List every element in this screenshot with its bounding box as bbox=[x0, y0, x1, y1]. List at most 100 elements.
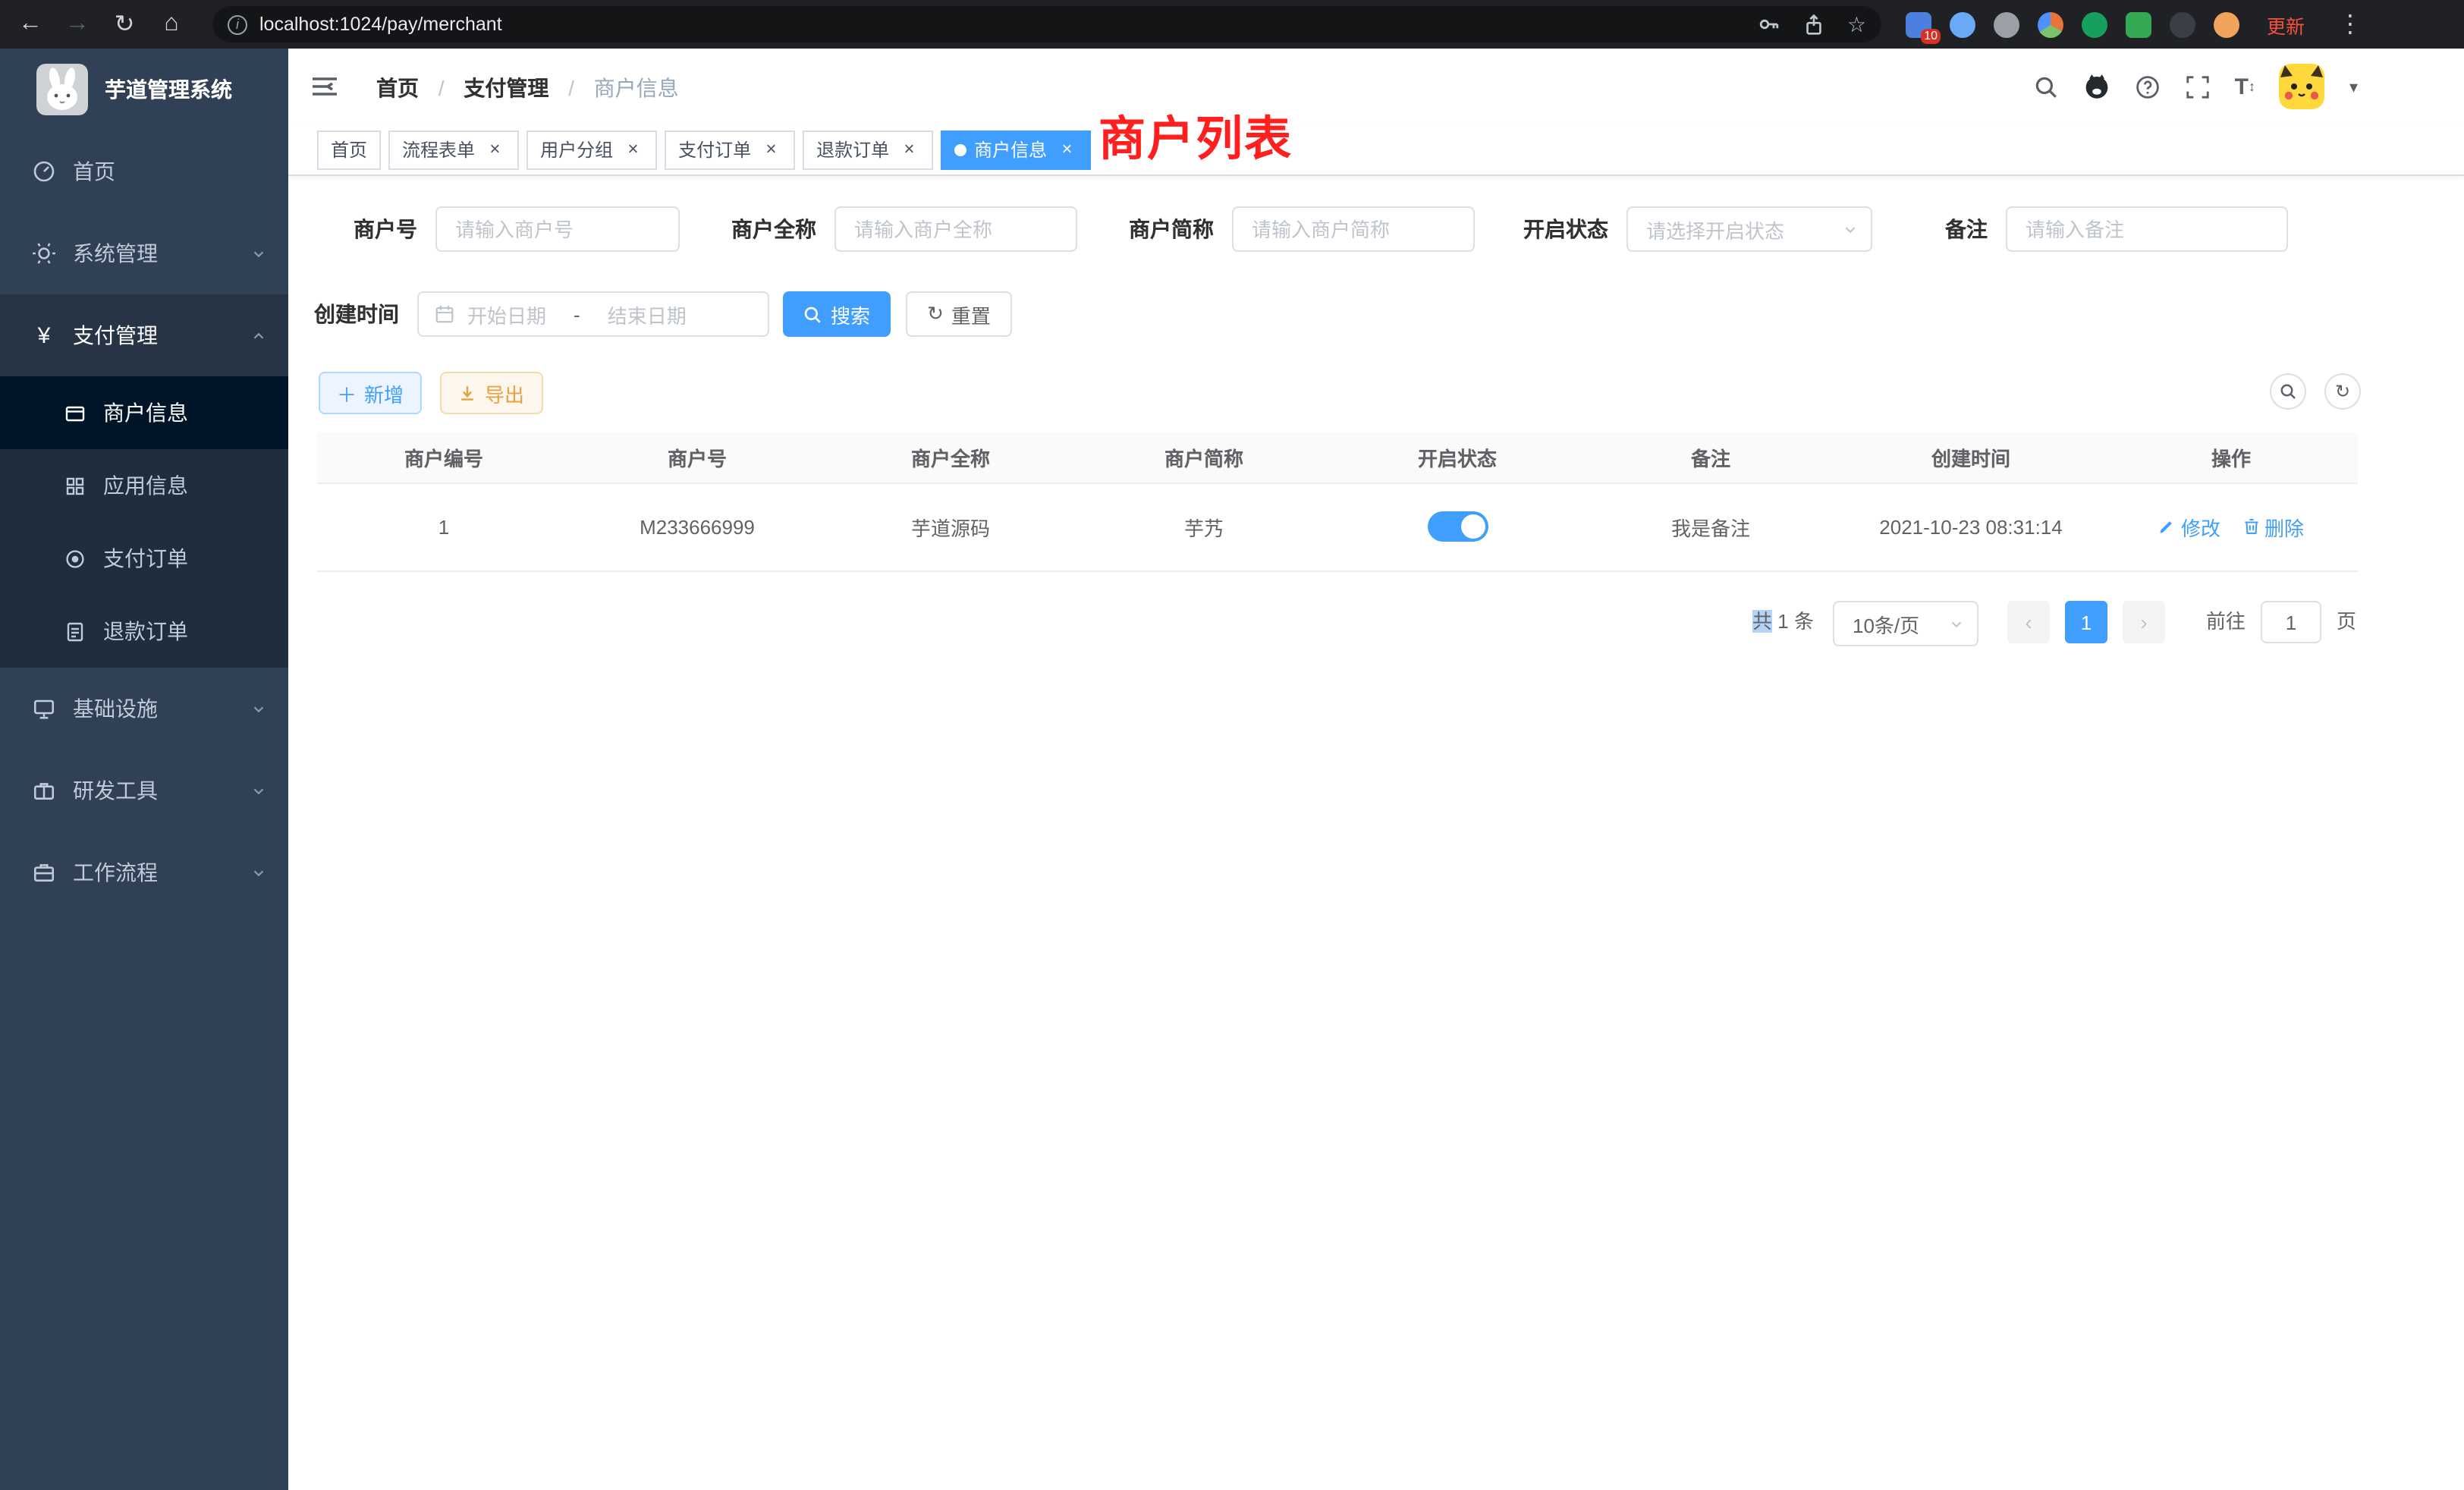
extension-green-circle-icon[interactable] bbox=[2082, 11, 2107, 37]
dashboard-icon bbox=[32, 159, 56, 184]
briefcase-icon bbox=[32, 860, 56, 885]
table-row: 1 M233666999 芋道源码 芋艿 我是备注 2021-10-23 08:… bbox=[317, 483, 2358, 571]
merchant-name-input[interactable] bbox=[834, 206, 1077, 252]
selected-text: 共 bbox=[1752, 610, 1772, 633]
tab-home[interactable]: 首页 bbox=[317, 130, 381, 170]
cell-full-name: 芋道源码 bbox=[824, 483, 1077, 571]
status-select[interactable]: 请选择开启状态 bbox=[1626, 206, 1872, 252]
close-tab-icon[interactable]: × bbox=[622, 140, 643, 161]
export-button[interactable]: 导出 bbox=[440, 372, 543, 414]
sidebar-item-label: 首页 bbox=[73, 156, 115, 187]
password-key-icon[interactable] bbox=[1758, 12, 1782, 36]
sidebar-item-label: 研发工具 bbox=[73, 775, 158, 806]
sidebar-item-infrastructure[interactable]: 基础设施 bbox=[0, 668, 288, 750]
close-tab-icon[interactable]: × bbox=[1056, 140, 1077, 161]
breadcrumb-home[interactable]: 首页 bbox=[376, 76, 419, 100]
user-avatar[interactable] bbox=[2280, 64, 2325, 109]
next-page-button[interactable]: › bbox=[2123, 601, 2165, 643]
status-toggle[interactable] bbox=[1427, 511, 1488, 542]
delete-link[interactable]: 删除 bbox=[2242, 512, 2304, 541]
tab-pay-order[interactable]: 支付订单 × bbox=[665, 130, 795, 170]
help-icon[interactable] bbox=[2135, 74, 2161, 99]
prev-page-button[interactable]: ‹ bbox=[2007, 601, 2050, 643]
refresh-table-button[interactable]: ↻ bbox=[2324, 373, 2361, 410]
app-logo[interactable]: 芋道管理系统 bbox=[0, 49, 288, 130]
hamburger-icon[interactable] bbox=[310, 71, 340, 102]
merchant-short-name-input[interactable] bbox=[1232, 206, 1475, 252]
bookmark-star-icon[interactable]: ☆ bbox=[1847, 14, 1866, 35]
extension-green-square-icon[interactable] bbox=[2126, 11, 2151, 37]
gear-icon bbox=[32, 241, 56, 266]
remark-input[interactable] bbox=[2006, 206, 2288, 252]
extension-puzzle-icon[interactable]: 10 bbox=[1906, 11, 1931, 37]
header-search-icon[interactable] bbox=[2033, 74, 2059, 99]
sidebar-item-home[interactable]: 首页 bbox=[0, 130, 288, 212]
close-tab-icon[interactable]: × bbox=[484, 140, 505, 161]
tab-merchant-info[interactable]: 商户信息× bbox=[941, 130, 1091, 170]
close-tab-icon[interactable]: × bbox=[898, 140, 919, 161]
date-range-picker[interactable]: 开始日期 - 结束日期 bbox=[417, 291, 769, 337]
browser-menu-icon[interactable]: ⋮ bbox=[2334, 9, 2367, 39]
sidebar-item-devtools[interactable]: 研发工具 bbox=[0, 750, 288, 831]
reload-icon[interactable]: ↻ bbox=[108, 9, 141, 39]
tab-user-group[interactable]: 用户分组× bbox=[526, 130, 657, 170]
extension-gray-icon[interactable] bbox=[1994, 11, 2019, 37]
extension-avatar-icon[interactable] bbox=[2038, 11, 2063, 37]
breadcrumb-payment[interactable]: 支付管理 bbox=[464, 76, 548, 100]
chevron-down-icon bbox=[250, 245, 267, 262]
cell-status bbox=[1331, 483, 1584, 571]
profile-avatar-icon[interactable] bbox=[2214, 11, 2239, 37]
reset-button[interactable]: ↻ 重置 bbox=[906, 291, 1012, 337]
github-icon[interactable] bbox=[2083, 73, 2110, 100]
goto-page-input[interactable] bbox=[2261, 601, 2321, 643]
add-button[interactable]: ＋ 新增 bbox=[319, 372, 422, 414]
page-info-icon[interactable]: i bbox=[228, 14, 247, 34]
remark-label: 备注 bbox=[1897, 206, 1988, 252]
extension-pin-icon[interactable] bbox=[1950, 11, 1975, 37]
close-tab-icon[interactable]: × bbox=[760, 140, 781, 161]
browser-home-icon[interactable]: ⌂ bbox=[155, 11, 188, 38]
active-dot bbox=[954, 144, 966, 156]
browser-update-button[interactable]: 更新 bbox=[2267, 10, 2305, 39]
search-button[interactable]: 搜索 bbox=[783, 291, 891, 337]
avatar-caret-icon[interactable]: ▾ bbox=[2349, 77, 2358, 96]
tab-label: 支付订单 bbox=[678, 132, 751, 168]
sidebar-subitem-pay-order[interactable]: 支付订单 bbox=[0, 522, 288, 595]
sidebar-subitem-merchant-info[interactable]: 商户信息 bbox=[0, 376, 288, 449]
page-size-value: 10条/页 bbox=[1853, 609, 1948, 638]
goto-suffix: 页 bbox=[2337, 601, 2356, 643]
col-create-time: 创建时间 bbox=[1837, 432, 2104, 483]
toggle-search-button[interactable] bbox=[2270, 373, 2306, 410]
sidebar-subitem-refund-order[interactable]: 退款订单 bbox=[0, 595, 288, 668]
status-label: 开启状态 bbox=[1493, 206, 1608, 252]
forward-icon[interactable]: → bbox=[61, 11, 94, 38]
back-icon[interactable]: ← bbox=[14, 11, 47, 38]
tab-refund-order[interactable]: 退款订单× bbox=[803, 130, 933, 170]
end-date-placeholder: 结束日期 bbox=[608, 300, 687, 328]
tab-process-form[interactable]: 流程表单× bbox=[388, 130, 519, 170]
sidebar-subitem-app-info[interactable]: 应用信息 bbox=[0, 449, 288, 522]
sidebar-item-payment[interactable]: ¥ 支付管理 bbox=[0, 294, 288, 376]
share-icon[interactable] bbox=[1803, 13, 1826, 36]
start-date-placeholder: 开始日期 bbox=[467, 300, 546, 328]
yen-icon: ¥ bbox=[32, 323, 56, 347]
page-number-button[interactable]: 1 bbox=[2065, 601, 2107, 643]
pagination-total-rest: 1 条 bbox=[1772, 610, 1814, 633]
sidebar-item-workflow[interactable]: 工作流程 bbox=[0, 831, 288, 913]
status-select-placeholder: 请选择开启状态 bbox=[1646, 215, 1842, 244]
edit-link[interactable]: 修改 bbox=[2158, 512, 2220, 541]
extension-pinwheel-icon[interactable] bbox=[2170, 11, 2195, 37]
sidebar-item-label: 退款订单 bbox=[103, 616, 188, 646]
merchant-no-input[interactable] bbox=[435, 206, 680, 252]
font-size-icon[interactable]: T↕ bbox=[2235, 74, 2255, 99]
sidebar: 芋道管理系统 首页 系统管理 ¥ 支付管理 商户信息 bbox=[0, 49, 288, 1490]
url-bar[interactable]: i localhost:1024/pay/merchant ☆ bbox=[212, 6, 1881, 42]
fullscreen-icon[interactable] bbox=[2185, 74, 2211, 99]
page-size-select[interactable]: 10条/页 bbox=[1833, 601, 1978, 646]
navbar: 首页 / 支付管理 / 商户信息 T↕ ▾ bbox=[288, 49, 2464, 124]
col-remark: 备注 bbox=[1584, 432, 1837, 483]
sidebar-item-label: 支付订单 bbox=[103, 543, 188, 574]
document-icon bbox=[64, 620, 86, 643]
sidebar-item-system[interactable]: 系统管理 bbox=[0, 212, 288, 294]
date-range-separator: - bbox=[574, 303, 580, 325]
